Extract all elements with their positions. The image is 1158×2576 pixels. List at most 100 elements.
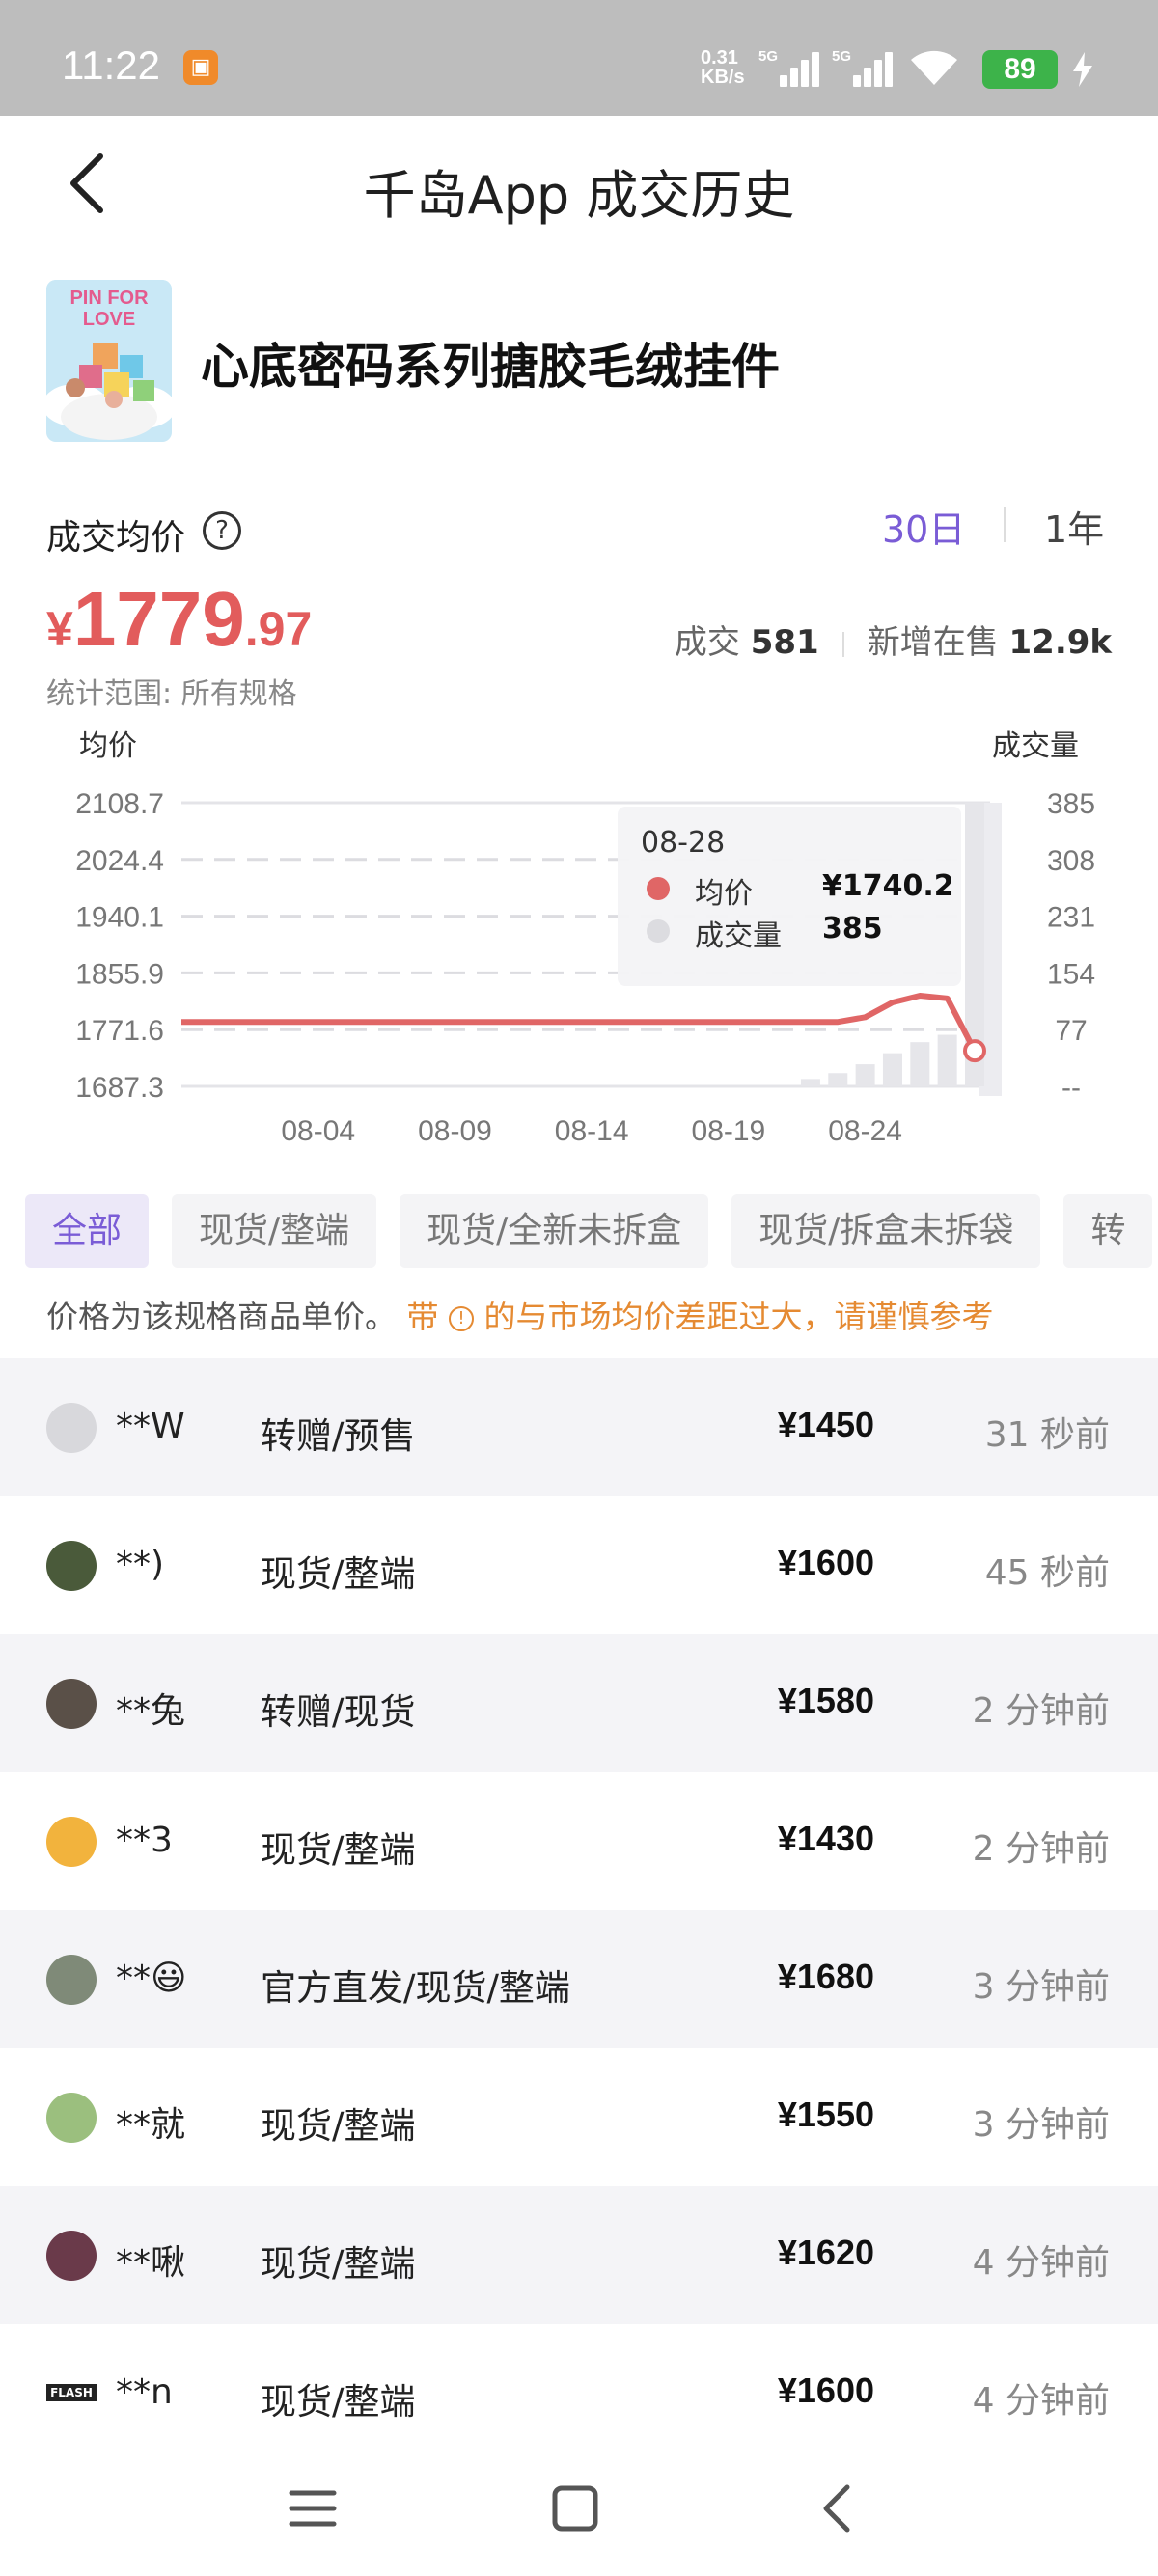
network-speed: 0.31 KB/s (701, 47, 745, 88)
divider (1004, 507, 1006, 542)
product-thumbnail[interactable]: PIN FOR LOVE (46, 280, 172, 442)
spec-filter-bar: 全部 现货/整端 现货/全新未拆盒 现货/拆盒未拆袋转 (25, 1194, 1158, 1268)
deal-price: ¥1600 (777, 1543, 874, 1582)
page-title: 千岛App 成交历史 (363, 165, 795, 226)
transaction-row[interactable]: **3 现货/整端 ¥1430 2 分钟前 (0, 1772, 1158, 1910)
deal-stats: 成交 581 新增在售 12.9k (674, 623, 1112, 662)
avatar (46, 1955, 96, 2005)
buyer-name: **) (116, 1545, 165, 1584)
menu-icon[interactable] (284, 2480, 342, 2537)
transaction-row[interactable]: **W 转赠/预售 ¥1450 31 秒前 (0, 1358, 1158, 1496)
spec-type: 转赠/现货 (261, 1691, 416, 1733)
buyer-name: **😃 (116, 1959, 187, 1998)
status-bar: 11:22 ▣ 0.31 KB/s 5G 5G 89 (0, 0, 1158, 116)
tooltip-avg-value: ¥1740.2 (822, 869, 954, 903)
avatar (46, 1679, 96, 1729)
tooltip-volume-value: 385 (822, 912, 883, 945)
deal-time: 2 分钟前 (972, 1691, 1110, 1731)
filter-chip-spot-whole[interactable]: 现货/整端 (172, 1194, 377, 1268)
deal-price: ¥1550 (777, 2095, 874, 2134)
deal-time: 4 分钟前 (972, 2243, 1110, 2283)
tooltip-date: 08-28 (641, 826, 726, 860)
scope-note: 统计范围: 所有规格 (46, 677, 297, 711)
y-tick-label-right: -- (1062, 1072, 1081, 1104)
buyer-name: **W (116, 1407, 185, 1446)
spec-type: 现货/整端 (261, 1829, 416, 1871)
transaction-row[interactable]: **兔 转赠/现货 ¥1580 2 分钟前 (0, 1634, 1158, 1772)
tooltip-volume-label: 成交量 (695, 919, 782, 953)
deal-price: ¥1680 (777, 1957, 874, 1996)
y-axis-title-right: 成交量 (992, 729, 1079, 763)
help-icon[interactable]: ? (203, 511, 241, 550)
tooltip-avg-label: 均价 (695, 877, 753, 911)
battery-icon: 89 (982, 50, 1058, 89)
wifi-icon (911, 50, 957, 85)
deal-time: 2 分钟前 (972, 1829, 1110, 1869)
avg-price-line (181, 993, 978, 1053)
deal-price: ¥1580 (777, 1681, 874, 1720)
transaction-list: **W 转赠/预售 ¥1450 31 秒前 **) 现货/整端 ¥1600 45 秒前 **兔 转… (0, 1358, 1158, 2462)
y-tick-label: 2024.4 (75, 845, 164, 877)
volume-bar (855, 1064, 875, 1086)
x-tick-label: 08-04 (281, 1115, 355, 1147)
volume-bar (882, 1053, 902, 1086)
spec-type: 现货/整端 (261, 2243, 416, 2285)
product-name: 心底密码系列搪胶毛绒挂件 (201, 339, 780, 395)
deal-price: ¥1600 (777, 2370, 874, 2410)
deal-price: ¥1430 (777, 1819, 874, 1858)
avg-legend-dot (647, 877, 670, 900)
deal-time: 3 分钟前 (972, 2105, 1110, 2145)
y-tick-label: 1855.9 (75, 958, 164, 990)
filter-chip-spot-opened-box[interactable]: 现货/拆盒未拆袋 (731, 1194, 1041, 1268)
y-tick-label-right: 154 (1047, 958, 1095, 990)
y-tick-label: 1687.3 (75, 1072, 164, 1104)
price-history-chart[interactable]: 2108.7 385 2024.4 308 1940.1 231 1855.9 154 1771… (0, 762, 1158, 1167)
transaction-row[interactable]: **😃 官方直发/现货/整端 ¥1680 3 分钟前 (0, 1910, 1158, 2048)
filter-chip-transfer[interactable]: 转 (1063, 1194, 1153, 1268)
warning-icon: ! (449, 1305, 474, 1331)
chart-tooltip: 08-28 均价 ¥1740.2 成交量 385 (618, 807, 961, 986)
avg-price-value: ¥1779.97 (46, 576, 313, 662)
charging-icon (1073, 52, 1092, 87)
spec-type: 官方直发/现货/整端 (261, 1967, 570, 2009)
tab-1-year[interactable]: 1年 (1044, 500, 1104, 553)
spec-type: 转赠/预售 (261, 1415, 416, 1457)
deal-price: ¥1620 (777, 2233, 874, 2272)
avg-price-label: 成交均价 (46, 518, 186, 558)
avatar (46, 2231, 96, 2281)
home-icon[interactable] (546, 2480, 604, 2537)
tab-30-days[interactable]: 30日 (882, 500, 965, 553)
back-nav-icon[interactable] (809, 2480, 867, 2537)
transaction-row[interactable]: **) 现货/整端 ¥1600 45 秒前 (0, 1496, 1158, 1634)
avatar: FLASH (46, 2384, 96, 2401)
notification-app-icon: ▣ (183, 50, 218, 85)
y-tick-label-right: 77 (1055, 1015, 1087, 1047)
x-tick-label: 08-24 (828, 1115, 902, 1147)
transaction-row[interactable]: **就 现货/整端 ¥1550 3 分钟前 (0, 2048, 1158, 2186)
volume-bar (800, 1079, 820, 1086)
deal-price: ¥1450 (777, 1405, 874, 1444)
signal-icon: 5G (758, 48, 820, 87)
buyer-name: **啾 (116, 2243, 186, 2283)
volume-bar (910, 1042, 930, 1086)
spec-type: 现货/整端 (261, 2381, 416, 2423)
transaction-row[interactable]: **啾 现货/整端 ¥1620 4 分钟前 (0, 2186, 1158, 2324)
spec-type: 现货/整端 (261, 1553, 416, 1595)
x-tick-label: 08-14 (555, 1115, 629, 1147)
volume-legend-dot (647, 919, 670, 943)
filter-chip-all[interactable]: 全部 (25, 1194, 150, 1268)
filter-chip-spot-sealed-box[interactable]: 现货/全新未拆盒 (400, 1194, 709, 1268)
avatar (46, 1817, 96, 1867)
volume-bar (828, 1073, 848, 1086)
deal-time: 3 分钟前 (972, 1967, 1110, 2007)
avatar (46, 1541, 96, 1591)
deal-time: 31 秒前 (984, 1415, 1110, 1455)
y-tick-label-right: 308 (1047, 845, 1095, 877)
signal-icon: 5G (832, 48, 894, 87)
buyer-name: **n (116, 2372, 173, 2412)
avatar (46, 1403, 96, 1453)
volume-bar (937, 1034, 957, 1086)
x-tick-label: 08-19 (692, 1115, 766, 1147)
y-tick-label-right: 231 (1047, 902, 1095, 934)
avatar (46, 2093, 96, 2143)
